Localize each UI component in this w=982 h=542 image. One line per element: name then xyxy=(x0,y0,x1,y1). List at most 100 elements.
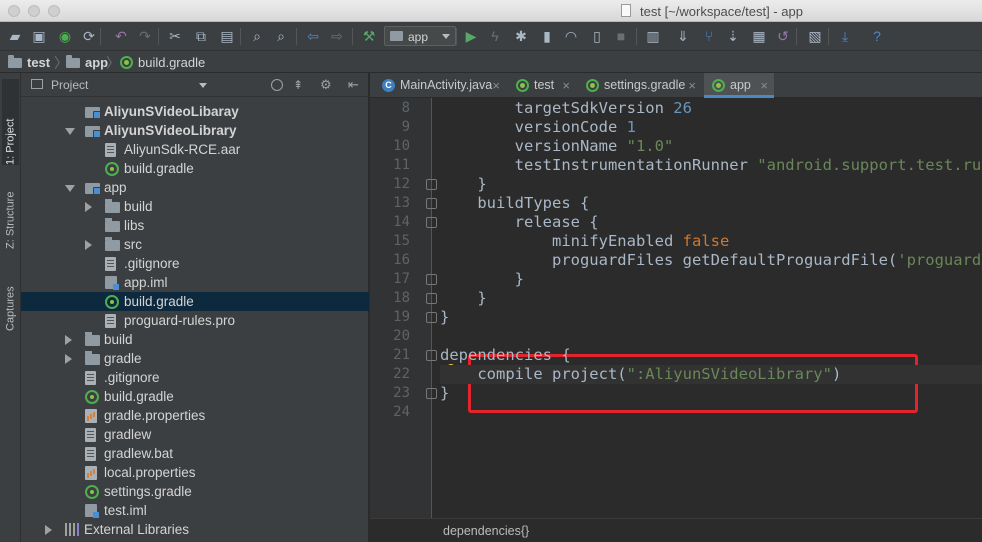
hide-panel-icon[interactable]: ⇤ xyxy=(348,77,359,93)
code-line[interactable]: dependencies { xyxy=(440,346,571,365)
tool-tab-project[interactable]: 1: Project xyxy=(2,79,19,165)
tree-item[interactable]: settings.gradle xyxy=(21,482,369,501)
fold-marker-icon[interactable] xyxy=(426,217,437,228)
tree-item[interactable]: build xyxy=(21,330,369,349)
breadcrumb-item-app[interactable]: app xyxy=(66,54,108,70)
breadcrumb-item-build-gradle[interactable]: build.gradle xyxy=(120,55,205,70)
tree-item[interactable]: build.gradle xyxy=(21,159,369,178)
sync-icon[interactable]: ◉ xyxy=(56,27,74,45)
git-icon[interactable]: ⑂ xyxy=(700,27,718,45)
code-line[interactable]: } xyxy=(440,384,449,403)
run-icon[interactable]: ▶ xyxy=(462,27,480,45)
tree-item[interactable]: gradlew.bat xyxy=(21,444,369,463)
device-monitor-icon[interactable]: ▦ xyxy=(750,27,768,45)
tree-item[interactable]: .gitignore xyxy=(21,368,369,387)
tree-item[interactable]: .gitignore xyxy=(21,254,369,273)
avd-manager-icon[interactable]: ▥ xyxy=(644,27,662,45)
tree-item[interactable]: gradle xyxy=(21,349,369,368)
tree-item[interactable]: test.iml xyxy=(21,501,369,520)
tree-item[interactable]: app xyxy=(21,178,369,197)
close-icon[interactable]: × xyxy=(492,73,500,98)
tree-item[interactable]: local.properties xyxy=(21,463,369,482)
fold-marker-icon[interactable] xyxy=(426,388,437,399)
back-icon[interactable]: ⇦ xyxy=(304,27,322,45)
breadcrumb-item-test[interactable]: test xyxy=(8,54,50,70)
attach-debugger-icon[interactable]: ▯ xyxy=(588,27,606,45)
profile-icon[interactable]: ◠ xyxy=(562,27,580,45)
undo-icon[interactable]: ↶ xyxy=(112,27,130,45)
tree-item[interactable]: libs xyxy=(21,216,369,235)
collapsed-arrow-icon[interactable] xyxy=(85,240,92,250)
download-icon[interactable]: ⤓ xyxy=(836,27,854,45)
code-line[interactable]: versionCode 1 xyxy=(440,118,636,137)
zoom-window-button[interactable] xyxy=(48,5,60,17)
fold-marker-icon[interactable] xyxy=(426,312,437,323)
help-icon[interactable]: ? xyxy=(868,27,886,45)
redo-icon[interactable]: ↷ xyxy=(136,27,154,45)
close-icon[interactable]: × xyxy=(760,73,768,98)
tree-item[interactable]: proguard-rules.pro xyxy=(21,311,369,330)
refresh-icon[interactable]: ⟳ xyxy=(80,27,98,45)
code-line[interactable]: buildTypes { xyxy=(440,194,589,213)
fold-marker-icon[interactable] xyxy=(426,350,437,361)
tree-item[interactable]: AliyunSVideoLibaray xyxy=(21,102,369,121)
fold-marker-icon[interactable] xyxy=(426,179,437,190)
tree-item[interactable]: External Libraries xyxy=(21,520,369,539)
paste-icon[interactable]: ▤ xyxy=(218,27,236,45)
forward-icon[interactable]: ⇨ xyxy=(328,27,346,45)
code-line[interactable]: minifyEnabled false xyxy=(440,232,729,251)
collapsed-arrow-icon[interactable] xyxy=(85,202,92,212)
code-editor[interactable]: dependencies{} 8 targetSdkVersion 26 9 ve… xyxy=(370,98,982,542)
tree-item[interactable]: src xyxy=(21,235,369,254)
collapse-all-icon[interactable]: ⇞ xyxy=(293,78,303,92)
code-line[interactable]: } xyxy=(440,270,524,289)
editor-tab[interactable]: app × xyxy=(704,73,774,98)
save-icon[interactable]: ▣ xyxy=(30,27,48,45)
collapsed-arrow-icon[interactable] xyxy=(65,335,72,345)
code-line[interactable]: proguardFiles getDefaultProguardFile('pr… xyxy=(440,251,982,270)
code-line[interactable]: } xyxy=(440,289,486,308)
tree-item[interactable]: AliyunSdk-RCE.aar xyxy=(21,140,369,159)
code-line[interactable]: compile project(":AliyunSVideoLibrary") xyxy=(440,365,982,384)
tool-tab-captures[interactable]: Captures xyxy=(2,263,19,331)
debug-icon[interactable]: ✱ xyxy=(512,27,530,45)
fold-marker-icon[interactable] xyxy=(426,293,437,304)
tree-item[interactable]: gradlew xyxy=(21,425,369,444)
replace-icon[interactable]: ⌕ xyxy=(272,27,290,45)
copy-icon[interactable]: ⧉ xyxy=(192,27,210,45)
chevron-down-icon[interactable] xyxy=(199,83,207,88)
stop-icon[interactable]: ■ xyxy=(612,27,630,45)
tree-item[interactable]: app.iml xyxy=(21,273,369,292)
editor-tab[interactable]: C MainActivity.java × xyxy=(374,73,506,98)
code-line[interactable]: } xyxy=(440,175,486,194)
fold-marker-icon[interactable] xyxy=(426,274,437,285)
code-line[interactable]: release { xyxy=(440,213,599,232)
cut-icon[interactable]: ✂ xyxy=(166,27,184,45)
build-hammer-icon[interactable]: ⚒ xyxy=(360,27,378,45)
close-icon[interactable]: × xyxy=(562,73,570,98)
expanded-arrow-icon[interactable] xyxy=(65,185,75,192)
editor-tab[interactable]: test × xyxy=(508,73,576,98)
tree-item-selected[interactable]: build.gradle xyxy=(21,292,369,311)
sdk-manager-icon[interactable]: ⇣ xyxy=(724,27,742,45)
find-icon[interactable]: ⌕ xyxy=(248,27,266,45)
run-configuration-select[interactable]: app xyxy=(384,26,456,46)
tree-item[interactable]: build.gradle xyxy=(21,387,369,406)
close-icon[interactable]: × xyxy=(688,73,696,98)
project-structure-icon[interactable]: ▧ xyxy=(806,27,824,45)
tree-item[interactable]: gradle.properties xyxy=(21,406,369,425)
tree-item[interactable]: AliyunSVideoLibrary xyxy=(21,121,369,140)
code-line[interactable]: versionName "1.0" xyxy=(440,137,674,156)
project-view-selector[interactable]: Project xyxy=(51,78,88,92)
code-line[interactable]: targetSdkVersion 26 xyxy=(440,99,692,118)
apply-changes-icon[interactable]: ϟ xyxy=(486,27,504,45)
fold-marker-icon[interactable] xyxy=(426,198,437,209)
code-line[interactable]: testInstrumentationRunner "android.suppo… xyxy=(440,156,982,175)
tool-tab-structure[interactable]: Z: Structure xyxy=(2,169,19,249)
code-line[interactable]: } xyxy=(440,308,449,327)
editor-breadcrumb-label[interactable]: dependencies{} xyxy=(443,524,529,538)
open-folder-icon[interactable]: ▰ xyxy=(6,27,24,45)
revert-icon[interactable]: ↺ xyxy=(774,27,792,45)
tree-item[interactable]: build xyxy=(21,197,369,216)
coverage-icon[interactable]: ▮ xyxy=(538,27,556,45)
